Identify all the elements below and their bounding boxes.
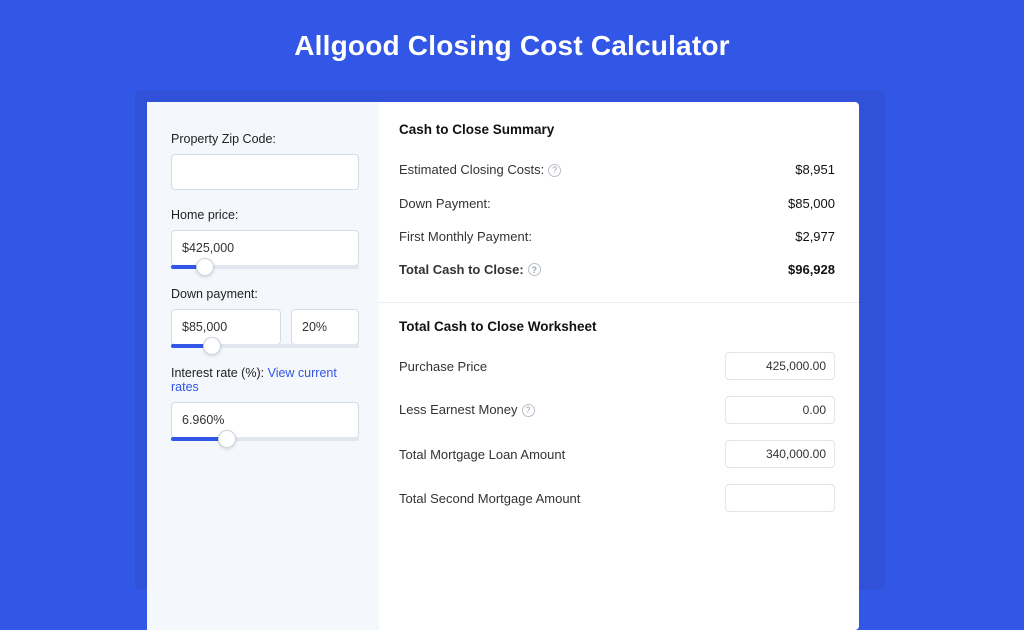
summary-row-value: $2,977 — [795, 229, 835, 244]
down-payment-input[interactable] — [171, 309, 281, 345]
worksheet-row-value: 0.00 — [725, 396, 835, 424]
summary-row-value: $96,928 — [788, 262, 835, 277]
summary-heading: Cash to Close Summary — [399, 122, 835, 137]
summary-row-total: Total Cash to Close:? $96,928 — [399, 253, 835, 287]
interest-rate-label-text: Interest rate (%): — [171, 366, 264, 380]
worksheet-heading: Total Cash to Close Worksheet — [399, 317, 835, 344]
worksheet-row-value — [725, 484, 835, 512]
down-payment-field: Down payment: — [171, 287, 359, 348]
divider — [379, 302, 859, 303]
page-title: Allgood Closing Cost Calculator — [0, 0, 1024, 88]
results-panel: Cash to Close Summary Estimated Closing … — [379, 102, 859, 630]
zip-label: Property Zip Code: — [171, 132, 359, 146]
worksheet-row: Total Mortgage Loan Amount 340,000.00 — [399, 432, 835, 476]
down-payment-slider[interactable] — [171, 344, 359, 348]
interest-rate-field: Interest rate (%): View current rates — [171, 366, 359, 441]
worksheet-row-label: Total Mortgage Loan Amount — [399, 447, 565, 462]
worksheet-row-label: Total Second Mortgage Amount — [399, 491, 580, 506]
worksheet-row: Less Earnest Money? 0.00 — [399, 388, 835, 432]
summary-row-label: Down Payment: — [399, 196, 491, 211]
worksheet-row: Purchase Price 425,000.00 — [399, 344, 835, 388]
home-price-slider[interactable] — [171, 265, 359, 269]
worksheet-row-label: Less Earnest Money — [399, 402, 518, 417]
home-price-field: Home price: — [171, 208, 359, 269]
worksheet-row-value: 425,000.00 — [725, 352, 835, 380]
interest-rate-label: Interest rate (%): View current rates — [171, 366, 359, 394]
calculator-shadow-card: Property Zip Code: Home price: Down paym… — [135, 90, 885, 590]
help-icon[interactable]: ? — [528, 263, 541, 276]
zip-input[interactable] — [171, 154, 359, 190]
summary-row-value: $85,000 — [788, 196, 835, 211]
worksheet-row-label: Purchase Price — [399, 359, 487, 374]
summary-row: Estimated Closing Costs:? $8,951 — [399, 153, 835, 187]
slider-thumb[interactable] — [196, 258, 214, 276]
summary-row-label: Estimated Closing Costs: — [399, 162, 544, 177]
summary-row-value: $8,951 — [795, 162, 835, 177]
slider-track — [171, 437, 359, 441]
slider-thumb[interactable] — [218, 430, 236, 448]
interest-rate-slider[interactable] — [171, 437, 359, 441]
summary-row-label: Total Cash to Close: — [399, 262, 524, 277]
summary-row-label: First Monthly Payment: — [399, 229, 532, 244]
slider-track — [171, 344, 359, 348]
help-icon[interactable]: ? — [522, 404, 535, 417]
summary-row: First Monthly Payment: $2,977 — [399, 220, 835, 253]
worksheet-row: Total Second Mortgage Amount — [399, 476, 835, 520]
down-payment-label: Down payment: — [171, 287, 359, 301]
help-icon[interactable]: ? — [548, 164, 561, 177]
summary-row: Down Payment: $85,000 — [399, 187, 835, 220]
slider-thumb[interactable] — [203, 337, 221, 355]
interest-rate-input[interactable] — [171, 402, 359, 438]
home-price-label: Home price: — [171, 208, 359, 222]
form-panel: Property Zip Code: Home price: Down paym… — [147, 102, 379, 630]
down-payment-pct-input[interactable] — [291, 309, 359, 345]
calculator-card: Property Zip Code: Home price: Down paym… — [147, 102, 859, 630]
worksheet-row-value: 340,000.00 — [725, 440, 835, 468]
zip-field: Property Zip Code: — [171, 132, 359, 190]
